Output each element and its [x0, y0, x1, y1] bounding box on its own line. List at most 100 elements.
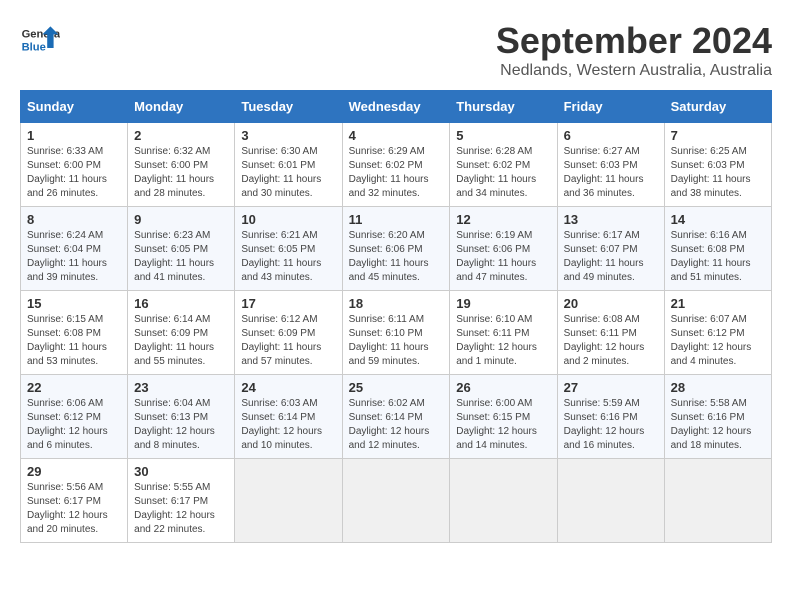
day-header-wednesday: Wednesday [342, 91, 450, 123]
day-header-friday: Friday [557, 91, 664, 123]
calendar-cell [235, 459, 342, 543]
day-number: 26 [456, 380, 550, 395]
day-info: Sunrise: 6:14 AM Sunset: 6:09 PM Dayligh… [134, 313, 228, 369]
day-info: Sunrise: 6:11 AM Sunset: 6:10 PM Dayligh… [349, 313, 444, 369]
day-info: Sunrise: 6:20 AM Sunset: 6:06 PM Dayligh… [349, 229, 444, 285]
calendar-week-3: 15 Sunrise: 6:15 AM Sunset: 6:08 PM Dayli… [21, 291, 772, 375]
day-info: Sunrise: 6:27 AM Sunset: 6:03 PM Dayligh… [564, 145, 658, 201]
calendar-cell: 2 Sunrise: 6:32 AM Sunset: 6:00 PM Daylig… [128, 123, 235, 207]
day-info: Sunrise: 6:24 AM Sunset: 6:04 PM Dayligh… [27, 229, 121, 285]
calendar-cell: 23 Sunrise: 6:04 AM Sunset: 6:13 PM Dayli… [128, 375, 235, 459]
day-info: Sunrise: 6:10 AM Sunset: 6:11 PM Dayligh… [456, 313, 550, 369]
day-info: Sunrise: 6:15 AM Sunset: 6:08 PM Dayligh… [27, 313, 121, 369]
calendar-cell: 20 Sunrise: 6:08 AM Sunset: 6:11 PM Dayli… [557, 291, 664, 375]
day-info: Sunrise: 5:59 AM Sunset: 6:16 PM Dayligh… [564, 397, 658, 453]
calendar-cell [450, 459, 557, 543]
calendar-cell: 17 Sunrise: 6:12 AM Sunset: 6:09 PM Dayli… [235, 291, 342, 375]
calendar-cell: 11 Sunrise: 6:20 AM Sunset: 6:06 PM Dayli… [342, 207, 450, 291]
day-header-monday: Monday [128, 91, 235, 123]
calendar-cell: 27 Sunrise: 5:59 AM Sunset: 6:16 PM Dayli… [557, 375, 664, 459]
svg-text:Blue: Blue [22, 41, 46, 53]
calendar-cell: 1 Sunrise: 6:33 AM Sunset: 6:00 PM Daylig… [21, 123, 128, 207]
day-number: 10 [241, 212, 335, 227]
day-info: Sunrise: 5:56 AM Sunset: 6:17 PM Dayligh… [27, 481, 121, 537]
day-number: 19 [456, 296, 550, 311]
day-number: 17 [241, 296, 335, 311]
day-info: Sunrise: 6:02 AM Sunset: 6:14 PM Dayligh… [349, 397, 444, 453]
calendar-cell: 7 Sunrise: 6:25 AM Sunset: 6:03 PM Daylig… [664, 123, 771, 207]
day-info: Sunrise: 6:25 AM Sunset: 6:03 PM Dayligh… [671, 145, 765, 201]
day-number: 22 [27, 380, 121, 395]
calendar-week-2: 8 Sunrise: 6:24 AM Sunset: 6:04 PM Daylig… [21, 207, 772, 291]
calendar-cell: 24Sunrise: 6:03 AM Sunset: 6:14 PM Dayli… [235, 375, 342, 459]
day-number: 21 [671, 296, 765, 311]
day-number: 4 [349, 128, 444, 143]
subtitle: Nedlands, Western Australia, Australia [496, 62, 772, 80]
day-number: 1 [27, 128, 121, 143]
calendar-cell: 12 Sunrise: 6:19 AM Sunset: 6:06 PM Dayli… [450, 207, 557, 291]
day-number: 6 [564, 128, 658, 143]
calendar-cell [664, 459, 771, 543]
day-number: 20 [564, 296, 658, 311]
calendar-cell: 22 Sunrise: 6:06 AM Sunset: 6:12 PM Dayli… [21, 375, 128, 459]
day-number: 13 [564, 212, 658, 227]
day-number: 29 [27, 464, 121, 479]
calendar-cell: 14 Sunrise: 6:16 AM Sunset: 6:08 PM Dayli… [664, 207, 771, 291]
day-number: 12 [456, 212, 550, 227]
day-info: Sunrise: 6:16 AM Sunset: 6:08 PM Dayligh… [671, 229, 765, 285]
calendar-cell: 15 Sunrise: 6:15 AM Sunset: 6:08 PM Dayli… [21, 291, 128, 375]
day-info: Sunrise: 6:29 AM Sunset: 6:02 PM Dayligh… [349, 145, 444, 201]
day-info: Sunrise: 6:33 AM Sunset: 6:00 PM Dayligh… [27, 145, 121, 201]
day-info: Sunrise: 6:04 AM Sunset: 6:13 PM Dayligh… [134, 397, 228, 453]
calendar-cell: 6 Sunrise: 6:27 AM Sunset: 6:03 PM Daylig… [557, 123, 664, 207]
calendar-cell: 21Sunrise: 6:07 AM Sunset: 6:12 PM Dayli… [664, 291, 771, 375]
calendar-cell: 9 Sunrise: 6:23 AM Sunset: 6:05 PM Daylig… [128, 207, 235, 291]
calendar-cell: 28Sunrise: 5:58 AM Sunset: 6:16 PM Dayli… [664, 375, 771, 459]
day-info: Sunrise: 5:58 AM Sunset: 6:16 PM Dayligh… [671, 397, 765, 453]
calendar-cell: 13 Sunrise: 6:17 AM Sunset: 6:07 PM Dayli… [557, 207, 664, 291]
day-number: 18 [349, 296, 444, 311]
day-info: Sunrise: 6:19 AM Sunset: 6:06 PM Dayligh… [456, 229, 550, 285]
day-info: Sunrise: 6:21 AM Sunset: 6:05 PM Dayligh… [241, 229, 335, 285]
day-number: 8 [27, 212, 121, 227]
main-title: September 2024 [496, 20, 772, 62]
day-number: 7 [671, 128, 765, 143]
logo: General Blue [20, 20, 64, 60]
day-info: Sunrise: 6:23 AM Sunset: 6:05 PM Dayligh… [134, 229, 228, 285]
day-number: 30 [134, 464, 228, 479]
calendar-cell: 3Sunrise: 6:30 AM Sunset: 6:01 PM Daylig… [235, 123, 342, 207]
calendar-cell: 16 Sunrise: 6:14 AM Sunset: 6:09 PM Dayli… [128, 291, 235, 375]
day-number: 14 [671, 212, 765, 227]
calendar-cell: 25 Sunrise: 6:02 AM Sunset: 6:14 PM Dayli… [342, 375, 450, 459]
day-info: Sunrise: 5:55 AM Sunset: 6:17 PM Dayligh… [134, 481, 228, 537]
day-number: 11 [349, 212, 444, 227]
calendar-cell [557, 459, 664, 543]
calendar-week-4: 22 Sunrise: 6:06 AM Sunset: 6:12 PM Dayli… [21, 375, 772, 459]
day-number: 16 [134, 296, 228, 311]
day-number: 2 [134, 128, 228, 143]
day-info: Sunrise: 6:06 AM Sunset: 6:12 PM Dayligh… [27, 397, 121, 453]
day-header-sunday: Sunday [21, 91, 128, 123]
day-number: 27 [564, 380, 658, 395]
calendar-cell: 26 Sunrise: 6:00 AM Sunset: 6:15 PM Dayli… [450, 375, 557, 459]
calendar-cell: 5Sunrise: 6:28 AM Sunset: 6:02 PM Daylig… [450, 123, 557, 207]
day-number: 9 [134, 212, 228, 227]
calendar-cell: 18 Sunrise: 6:11 AM Sunset: 6:10 PM Dayli… [342, 291, 450, 375]
day-info: Sunrise: 6:32 AM Sunset: 6:00 PM Dayligh… [134, 145, 228, 201]
calendar-cell: 30 Sunrise: 5:55 AM Sunset: 6:17 PM Dayli… [128, 459, 235, 543]
day-number: 15 [27, 296, 121, 311]
calendar-cell [342, 459, 450, 543]
day-number: 5 [456, 128, 550, 143]
day-header-saturday: Saturday [664, 91, 771, 123]
calendar-cell: 4 Sunrise: 6:29 AM Sunset: 6:02 PM Daylig… [342, 123, 450, 207]
day-number: 23 [134, 380, 228, 395]
day-number: 25 [349, 380, 444, 395]
calendar-cell: 29 Sunrise: 5:56 AM Sunset: 6:17 PM Dayli… [21, 459, 128, 543]
calendar-cell: 19 Sunrise: 6:10 AM Sunset: 6:11 PM Dayli… [450, 291, 557, 375]
day-info: Sunrise: 6:00 AM Sunset: 6:15 PM Dayligh… [456, 397, 550, 453]
day-info: Sunrise: 6:03 AM Sunset: 6:14 PM Dayligh… [241, 397, 335, 453]
calendar-week-5: 29 Sunrise: 5:56 AM Sunset: 6:17 PM Dayli… [21, 459, 772, 543]
day-info: Sunrise: 6:17 AM Sunset: 6:07 PM Dayligh… [564, 229, 658, 285]
day-info: Sunrise: 6:08 AM Sunset: 6:11 PM Dayligh… [564, 313, 658, 369]
day-info: Sunrise: 6:12 AM Sunset: 6:09 PM Dayligh… [241, 313, 335, 369]
